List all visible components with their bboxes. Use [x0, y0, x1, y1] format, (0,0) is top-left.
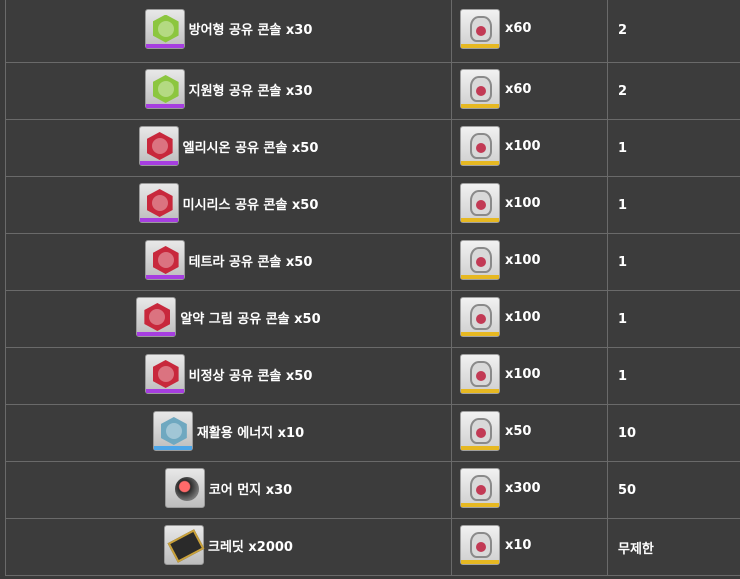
cost-value: x300: [505, 480, 541, 496]
red-console-icon: [144, 354, 185, 394]
limit-cell: 1: [607, 347, 740, 405]
item-cell: 미시리스 공유 콘솔 x50: [5, 176, 452, 234]
item-name: 미시리스 공유 콘솔 x50: [182, 197, 319, 213]
cost-value: x60: [505, 81, 532, 97]
cost-cell: x100: [451, 347, 608, 405]
table-row: 지원형 공유 콘솔 x30 x60 2: [5, 62, 740, 120]
item-cell: 엘리시온 공유 콘솔 x50: [5, 119, 452, 177]
cost-cell: x100: [451, 233, 608, 291]
cost-cell: x60: [451, 0, 608, 63]
cost-cell: x300: [451, 461, 608, 519]
table-row: 비정상 공유 콘솔 x50 x100 1: [5, 347, 740, 405]
cost-value: x100: [505, 138, 541, 154]
item-name: 지원형 공유 콘솔 x30: [188, 83, 313, 99]
currency-icon: [460, 525, 500, 565]
cost-value: x100: [505, 309, 541, 325]
item-name: 크레딧 x2000: [208, 539, 293, 555]
item-name: 엘리시온 공유 콘솔 x50: [182, 140, 319, 156]
item-name: 테트라 공유 콘솔 x50: [188, 254, 313, 270]
table-row: 미시리스 공유 콘솔 x50 x100 1: [5, 176, 740, 234]
red-console-icon: [138, 126, 179, 166]
item-cell: 비정상 공유 콘솔 x50: [5, 347, 452, 405]
table-row: 엘리시온 공유 콘솔 x50 x100 1: [5, 119, 740, 177]
limit-cell: 1: [607, 290, 740, 348]
currency-icon: [460, 8, 500, 49]
limit-cell: 2: [607, 0, 740, 63]
table-row: 크레딧 x2000 x10 무제한: [5, 518, 740, 576]
table-row: 알약 그림 공유 콘솔 x50 x100 1: [5, 290, 740, 348]
cost-cell: x100: [451, 176, 608, 234]
currency-icon: [460, 468, 500, 508]
green-console-icon: [144, 69, 185, 109]
cost-value: x60: [505, 21, 532, 36]
cost-cell: x100: [451, 290, 608, 348]
item-name: 코어 먼지 x30: [208, 482, 293, 498]
table-row: 방어형 공유 콘솔 x30 x60 2: [5, 0, 740, 63]
currency-icon: [460, 183, 500, 223]
cost-value: x100: [505, 252, 541, 268]
currency-icon: [460, 297, 500, 337]
currency-icon: [460, 240, 500, 280]
cost-value: x50: [505, 423, 532, 439]
credit-icon: [164, 525, 205, 565]
cost-value: x10: [505, 537, 532, 553]
cost-cell: x60: [451, 62, 608, 120]
item-cell: 코어 먼지 x30: [5, 461, 452, 519]
energy-icon: [152, 411, 193, 451]
item-name: 재활용 에너지 x10: [196, 425, 305, 441]
green-console-icon: [144, 8, 185, 49]
red-console-icon: [144, 240, 185, 280]
currency-icon: [460, 354, 500, 394]
red-console-icon: [138, 183, 179, 223]
shop-table: 방어형 공유 콘솔 x30 x60 2 지원형 공유 콘솔 x30 x60 2 …: [5, 0, 740, 576]
limit-cell: 무제한: [607, 518, 740, 576]
item-name: 알약 그림 공유 콘솔 x50: [180, 311, 321, 327]
cost-value: x100: [505, 195, 541, 211]
currency-icon: [460, 126, 500, 166]
limit-cell: 50: [607, 461, 740, 519]
limit-cell: 2: [607, 62, 740, 120]
item-cell: 테트라 공유 콘솔 x50: [5, 233, 452, 291]
limit-cell: 1: [607, 176, 740, 234]
item-name: 비정상 공유 콘솔 x50: [188, 368, 313, 384]
table-row: 코어 먼지 x30 x300 50: [5, 461, 740, 519]
limit-cell: 1: [607, 119, 740, 177]
item-cell: 크레딧 x2000: [5, 518, 452, 576]
limit-cell: 10: [607, 404, 740, 462]
cost-cell: x10: [451, 518, 608, 576]
currency-icon: [460, 411, 500, 451]
limit-cell: 1: [607, 233, 740, 291]
item-cell: 재활용 에너지 x10: [5, 404, 452, 462]
core-dust-icon: [164, 468, 205, 508]
item-cell: 지원형 공유 콘솔 x30: [5, 62, 452, 120]
item-cell: 알약 그림 공유 콘솔 x50: [5, 290, 452, 348]
currency-icon: [460, 69, 500, 109]
cost-value: x100: [505, 366, 541, 382]
cost-cell: x50: [451, 404, 608, 462]
item-cell: 방어형 공유 콘솔 x30: [5, 0, 452, 63]
item-name: 방어형 공유 콘솔 x30: [188, 23, 313, 38]
red-console-icon: [136, 297, 177, 337]
cost-cell: x100: [451, 119, 608, 177]
table-row: 재활용 에너지 x10 x50 10: [5, 404, 740, 462]
table-row: 테트라 공유 콘솔 x50 x100 1: [5, 233, 740, 291]
